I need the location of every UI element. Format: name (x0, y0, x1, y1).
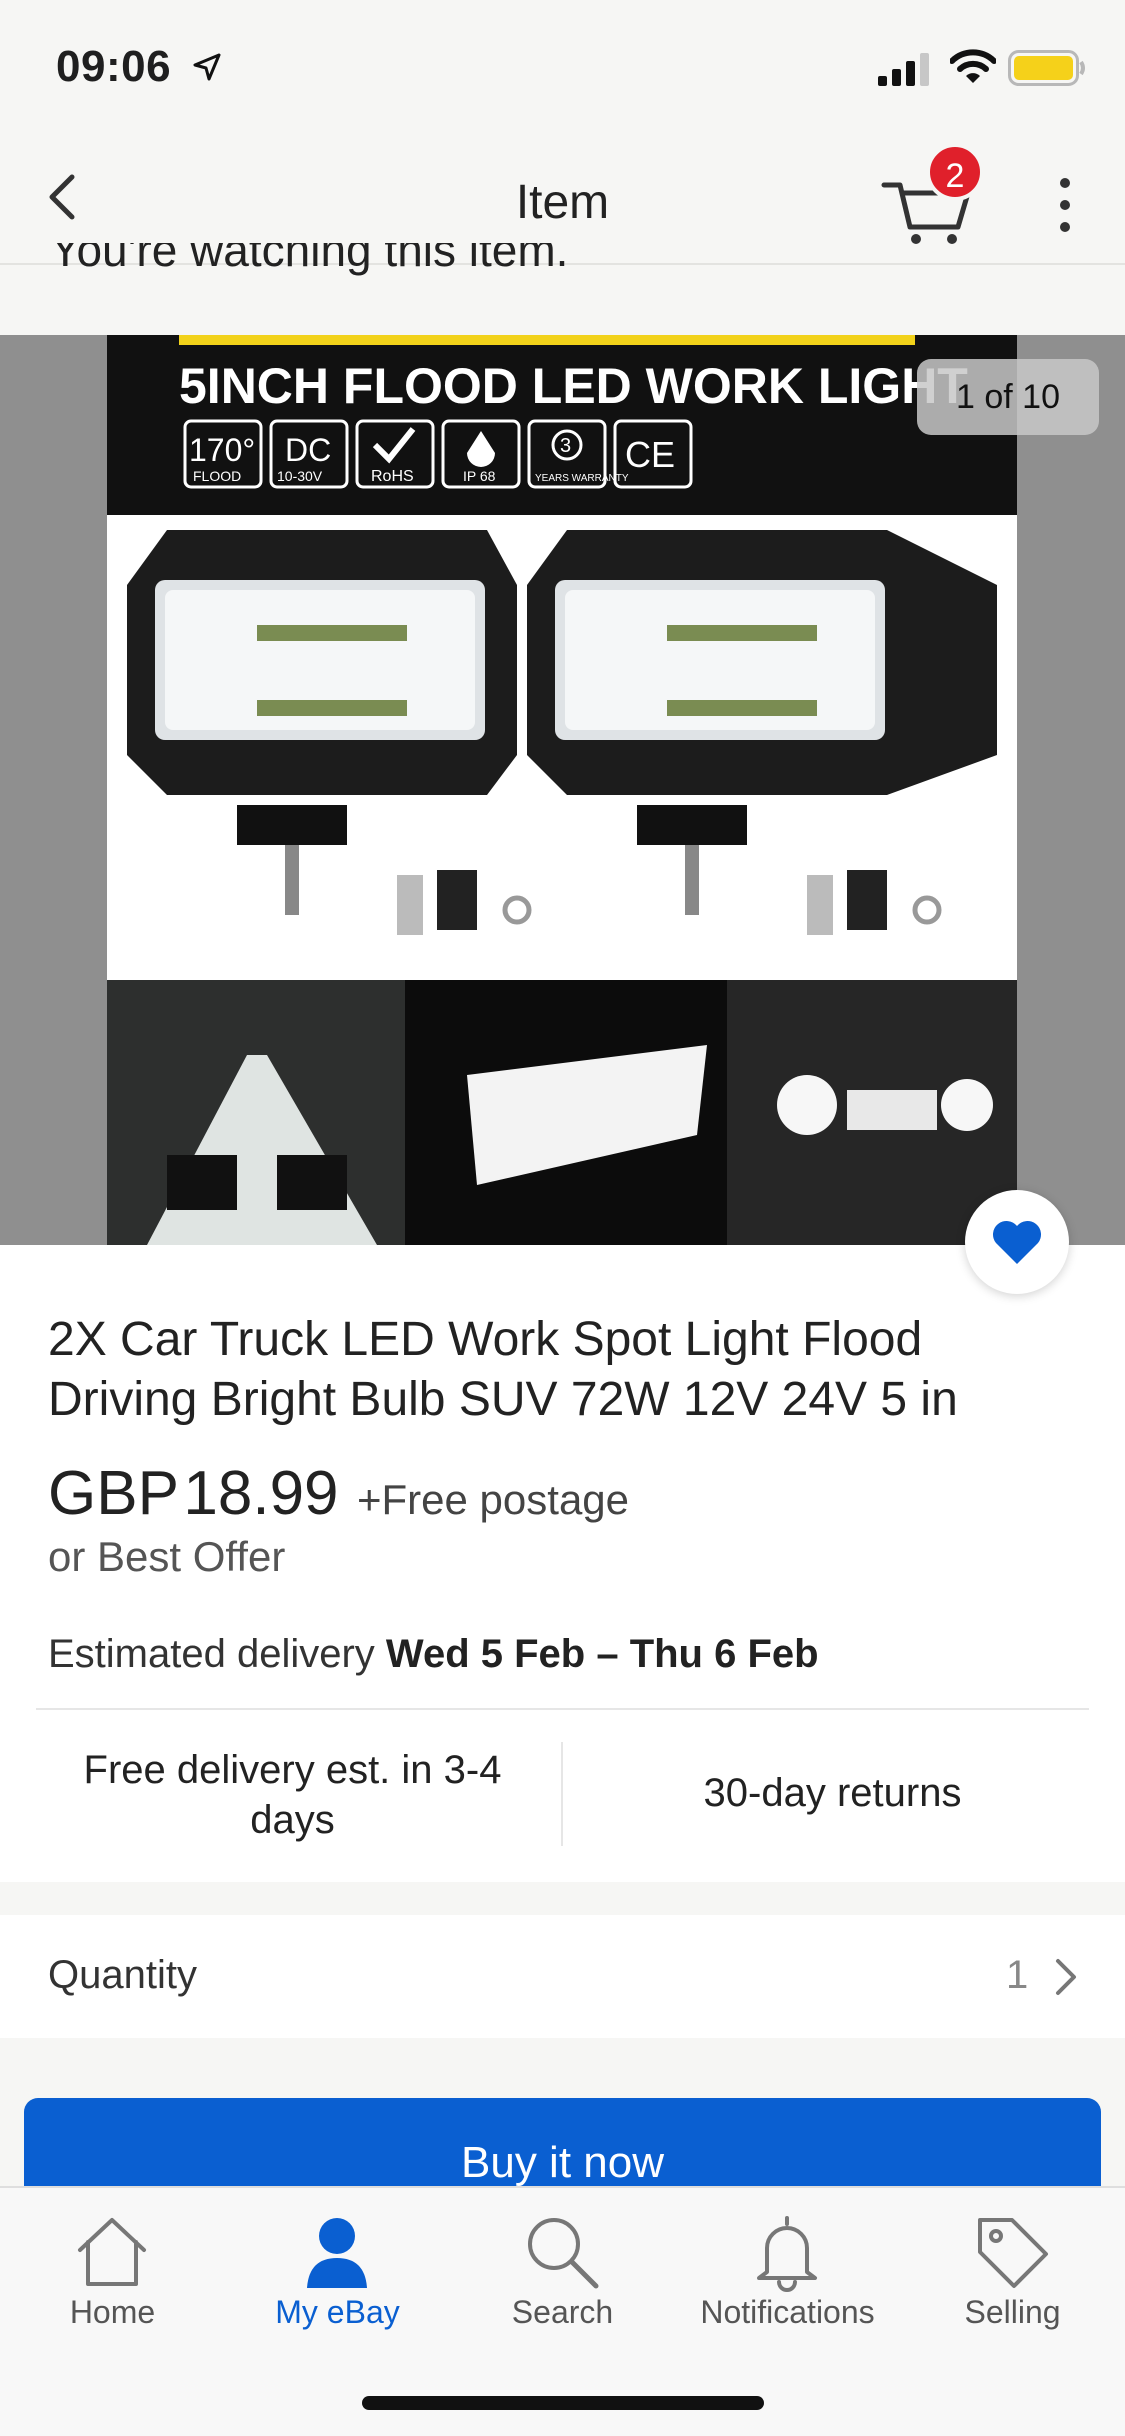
chevron-right-icon (1056, 1959, 1076, 1995)
tab-home-label: Home (69, 2294, 156, 2330)
status-bar: 09:06 (0, 0, 1125, 135)
wifi-icon (950, 49, 996, 83)
tab-selling-label: Selling (964, 2294, 1061, 2330)
estimated-delivery: Estimated delivery Wed 5 Feb – Thu 6 Feb (48, 1632, 819, 1677)
price-value: 18.99 (183, 1459, 339, 1528)
svg-text:CE: CE (625, 434, 675, 475)
search-icon (528, 2218, 599, 2289)
best-offer-text: or Best Offer (48, 1533, 286, 1580)
image-headline: 5INCH FLOOD LED WORK LIGHT (179, 358, 968, 414)
quantity-selector[interactable]: Quantity 1 (0, 1915, 1125, 2038)
cart-count-badge: 2 (926, 143, 984, 201)
tab-notifications[interactable]: Notifications (675, 2188, 900, 2348)
watching-notice: You're watching this item. (50, 243, 569, 276)
svg-text:RoHS: RoHS (371, 468, 414, 485)
status-time: 09:06 (56, 42, 172, 91)
more-options-icon[interactable] (1050, 175, 1080, 235)
price-currency: GBP (48, 1459, 179, 1528)
returns-feature: 30-day returns (703, 1771, 962, 1815)
bell-icon (757, 2216, 817, 2292)
quantity-value: 1 (1006, 1953, 1029, 1997)
tab-search-label: Search (511, 2294, 614, 2330)
home-icon (78, 2218, 146, 2286)
home-indicator (362, 2396, 764, 2410)
battery-icon (1008, 50, 1085, 86)
cellular-signal-icon (878, 53, 929, 86)
location-arrow-icon (193, 53, 221, 81)
item-title: 2X Car Truck LED Work Spot Light Flood D… (48, 1313, 958, 1426)
product-image[interactable]: 5INCH FLOOD LED WORK LIGHT 170° FLOOD DC… (107, 335, 1017, 1245)
tab-home[interactable]: Home (0, 2188, 225, 2348)
postage-info: +Free postage (357, 1476, 630, 1523)
svg-text:IP 68: IP 68 (463, 468, 496, 484)
svg-text:10-30V: 10-30V (277, 468, 323, 484)
delivery-label: Estimated delivery (48, 1632, 375, 1676)
price-row: GBP 18.99 +Free postage (48, 1458, 629, 1529)
feature-divider (561, 1742, 563, 1846)
tab-notifications-label: Notifications (700, 2294, 875, 2330)
divider (36, 1708, 1089, 1710)
svg-text:DC: DC (285, 432, 331, 468)
image-counter: 1 of 10 (917, 359, 1099, 435)
svg-text:FLOOD: FLOOD (193, 468, 241, 484)
delivery-dates: Wed 5 Feb – Thu 6 Feb (385, 1632, 819, 1676)
quantity-label: Quantity (48, 1953, 197, 1997)
product-photo-illustration: 5INCH FLOOD LED WORK LIGHT 170° FLOOD DC… (107, 335, 1017, 1245)
tag-icon (978, 2218, 1048, 2288)
svg-text:170°: 170° (189, 432, 255, 468)
tab-my-ebay-label: My eBay (275, 2294, 400, 2330)
svg-text:3: 3 (560, 435, 571, 457)
tab-my-ebay[interactable]: My eBay (225, 2188, 450, 2348)
image-gallery[interactable]: 5INCH FLOOD LED WORK LIGHT 170° FLOOD DC… (0, 335, 1125, 1245)
free-delivery-feature: Free delivery est. in 3-4 days (83, 1748, 502, 1842)
tab-selling[interactable]: Selling (900, 2188, 1125, 2348)
heart-icon (992, 1220, 1042, 1264)
watch-button[interactable] (965, 1190, 1069, 1294)
person-icon (307, 2218, 367, 2288)
tab-search[interactable]: Search (450, 2188, 675, 2348)
